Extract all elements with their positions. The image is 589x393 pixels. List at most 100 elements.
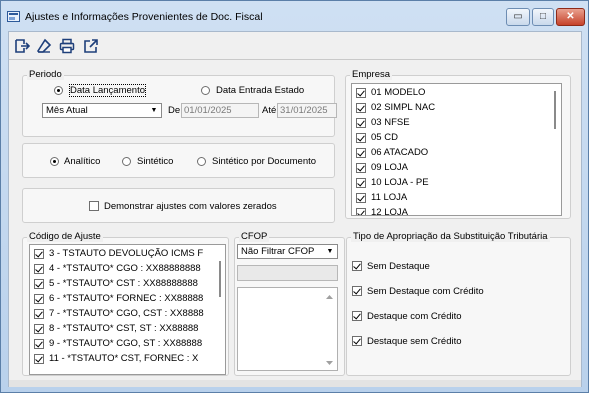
empresa-item-label: 12 LOJA bbox=[371, 207, 408, 216]
empresa-checkbox[interactable] bbox=[356, 88, 366, 98]
cfop-select-value: Não Filtrar CFOP bbox=[241, 246, 315, 257]
date-from-input[interactable]: 01/01/2025 bbox=[181, 103, 259, 118]
sem-destaque-label[interactable]: Sem Destaque bbox=[367, 261, 430, 272]
zerados-label[interactable]: Demonstrar ajustes com valores zerados bbox=[104, 201, 277, 212]
empresa-checkbox[interactable] bbox=[356, 178, 366, 188]
ajuste-item-label: 11 - *TSTAUTO* CST, FORNEC : X bbox=[49, 353, 199, 364]
radio-data-lancamento[interactable] bbox=[54, 86, 63, 95]
window-title: Ajustes e Informações Provenientes de Do… bbox=[25, 11, 263, 23]
ajuste-item-label: 3 - TSTAUTO DEVOLUÇÃO ICMS F bbox=[49, 248, 204, 259]
period-select[interactable]: Mês Atual ▼ bbox=[42, 103, 162, 118]
empresa-item-label: 01 MODELO bbox=[371, 87, 426, 98]
ajuste-checkbox[interactable] bbox=[34, 294, 44, 304]
radio-sintetico-label[interactable]: Sintético bbox=[137, 156, 173, 167]
toolbar-separator bbox=[9, 59, 581, 60]
scroll-thumb[interactable] bbox=[554, 91, 556, 129]
destaque-credito-label[interactable]: Destaque com Crédito bbox=[367, 311, 462, 322]
ajuste-checkbox[interactable] bbox=[34, 279, 44, 289]
toolbar bbox=[9, 32, 581, 60]
apropriacao-group: Tipo de Apropriação da Substituição Trib… bbox=[346, 231, 571, 376]
empresa-group: Empresa 01 MODELO 02 SIMPL NAC 03 NFSE 0… bbox=[345, 69, 571, 219]
ajuste-checkbox[interactable] bbox=[34, 264, 44, 274]
empresa-scrollbar[interactable] bbox=[549, 85, 561, 215]
empresa-checkbox[interactable] bbox=[356, 148, 366, 158]
date-to-input[interactable]: 31/01/2025 bbox=[277, 103, 337, 118]
empresa-item-label: 09 LOJA bbox=[371, 162, 408, 173]
radio-data-entrada-estado[interactable] bbox=[201, 86, 210, 95]
title-bar: Ajustes e Informações Provenientes de Do… bbox=[1, 1, 588, 31]
chevron-down-icon[interactable]: ▼ bbox=[323, 245, 337, 258]
ajuste-item-label: 9 - *TSTAUTO* CGO, ST : XX88888 bbox=[49, 338, 203, 349]
radio-analitico-label[interactable]: Analítico bbox=[64, 156, 100, 167]
codigo-ajuste-list[interactable]: 3 - TSTAUTO DEVOLUÇÃO ICMS F 4 - *TSTAUT… bbox=[29, 244, 226, 375]
ajuste-item-label: 6 - *TSTAUTO* FORNEC : XX88888 bbox=[49, 293, 204, 304]
ajuste-checkbox[interactable] bbox=[34, 309, 44, 319]
sem-destaque-credito-label[interactable]: Sem Destaque com Crédito bbox=[367, 286, 484, 297]
empresa-item-label: 03 NFSE bbox=[371, 117, 410, 128]
empresa-title: Empresa bbox=[350, 69, 393, 80]
empresa-checkbox[interactable] bbox=[356, 133, 366, 143]
empresa-item-label: 02 SIMPL NAC bbox=[371, 102, 436, 113]
empresa-checkbox[interactable] bbox=[356, 193, 366, 203]
exit-icon[interactable] bbox=[12, 36, 32, 56]
period-select-value: Mês Atual bbox=[46, 105, 88, 116]
codigo-ajuste-group: Código de Ajuste 3 - TSTAUTO DEVOLUÇÃO I… bbox=[22, 231, 229, 376]
radio-sintetico[interactable] bbox=[122, 157, 131, 166]
ajuste-checkbox[interactable] bbox=[34, 249, 44, 259]
ajuste-item-label: 7 - *TSTAUTO* CGO, CST : XX8888 bbox=[49, 308, 204, 319]
cfop-scrollbar[interactable] bbox=[322, 289, 337, 369]
sem-destaque-checkbox[interactable] bbox=[352, 261, 362, 271]
cfop-title: CFOP bbox=[239, 231, 270, 242]
main-window: Ajustes e Informações Provenientes de Do… bbox=[0, 0, 589, 393]
periodo-group: Periodo Data Lançamento Data Entrada Est… bbox=[22, 69, 337, 137]
de-label: De bbox=[168, 105, 181, 116]
zerados-group: Demonstrar ajustes com valores zerados bbox=[22, 188, 335, 223]
status-strip bbox=[9, 380, 581, 387]
empresa-list[interactable]: 01 MODELO 02 SIMPL NAC 03 NFSE 05 CD 06 … bbox=[351, 83, 562, 216]
ajuste-checkbox[interactable] bbox=[34, 354, 44, 364]
empresa-checkbox[interactable] bbox=[356, 118, 366, 128]
destaque-sem-credito-checkbox[interactable] bbox=[352, 336, 362, 346]
empresa-item-label: 10 LOJA - PE bbox=[371, 177, 429, 188]
sem-destaque-credito-checkbox[interactable] bbox=[352, 286, 362, 296]
mode-group: Analítico Sintético Sintético por Docume… bbox=[22, 143, 335, 178]
export-icon[interactable] bbox=[81, 36, 101, 56]
empresa-item-label: 06 ATACADO bbox=[371, 147, 429, 158]
cfop-input[interactable] bbox=[237, 265, 338, 281]
ajuste-item-label: 5 - *TSTAUTO* CST : XX88888888 bbox=[49, 278, 198, 289]
ajuste-item-label: 8 - *TSTAUTO* CST, ST : XX88888 bbox=[49, 323, 199, 334]
client-area: Periodo Data Lançamento Data Entrada Est… bbox=[8, 31, 582, 387]
eraser-icon[interactable] bbox=[34, 36, 54, 56]
ajuste-item-label: 4 - *TSTAUTO* CGO : XX88888888 bbox=[49, 263, 201, 274]
print-icon[interactable] bbox=[57, 36, 77, 56]
apropriacao-title: Tipo de Apropriação da Substituição Trib… bbox=[351, 231, 550, 242]
periodo-title: Periodo bbox=[27, 69, 64, 80]
empresa-item-label: 05 CD bbox=[371, 132, 398, 143]
ajuste-checkbox[interactable] bbox=[34, 339, 44, 349]
destaque-sem-credito-label[interactable]: Destaque sem Crédito bbox=[367, 336, 462, 347]
codigo-ajuste-title: Código de Ajuste bbox=[27, 231, 103, 242]
radio-sintetico-documento[interactable] bbox=[197, 157, 206, 166]
ajuste-scrollbar[interactable] bbox=[215, 246, 225, 374]
cfop-select[interactable]: Não Filtrar CFOP ▼ bbox=[237, 244, 338, 259]
chevron-down-icon[interactable]: ▼ bbox=[147, 104, 161, 117]
radio-analitico[interactable] bbox=[50, 157, 59, 166]
app-icon bbox=[7, 11, 20, 22]
ajuste-checkbox[interactable] bbox=[34, 324, 44, 334]
close-button[interactable]: ✕ bbox=[556, 8, 585, 26]
empresa-checkbox[interactable] bbox=[356, 208, 366, 215]
cfop-list[interactable] bbox=[237, 287, 338, 371]
zerados-checkbox[interactable] bbox=[89, 201, 99, 211]
minimize-button[interactable]: ▭ bbox=[506, 8, 530, 26]
radio-data-lancamento-label[interactable]: Data Lançamento bbox=[69, 84, 146, 97]
destaque-credito-checkbox[interactable] bbox=[352, 311, 362, 321]
radio-data-entrada-estado-label[interactable]: Data Entrada Estado bbox=[216, 85, 304, 96]
scroll-thumb[interactable] bbox=[219, 261, 221, 297]
maximize-button[interactable]: □ bbox=[532, 8, 554, 26]
empresa-item-label: 11 LOJA bbox=[371, 192, 408, 203]
cfop-group: CFOP Não Filtrar CFOP ▼ bbox=[234, 231, 345, 376]
empresa-checkbox[interactable] bbox=[356, 163, 366, 173]
ate-label: Até bbox=[262, 105, 277, 116]
radio-sintetico-documento-label[interactable]: Sintético por Documento bbox=[212, 156, 316, 167]
empresa-checkbox[interactable] bbox=[356, 103, 366, 113]
